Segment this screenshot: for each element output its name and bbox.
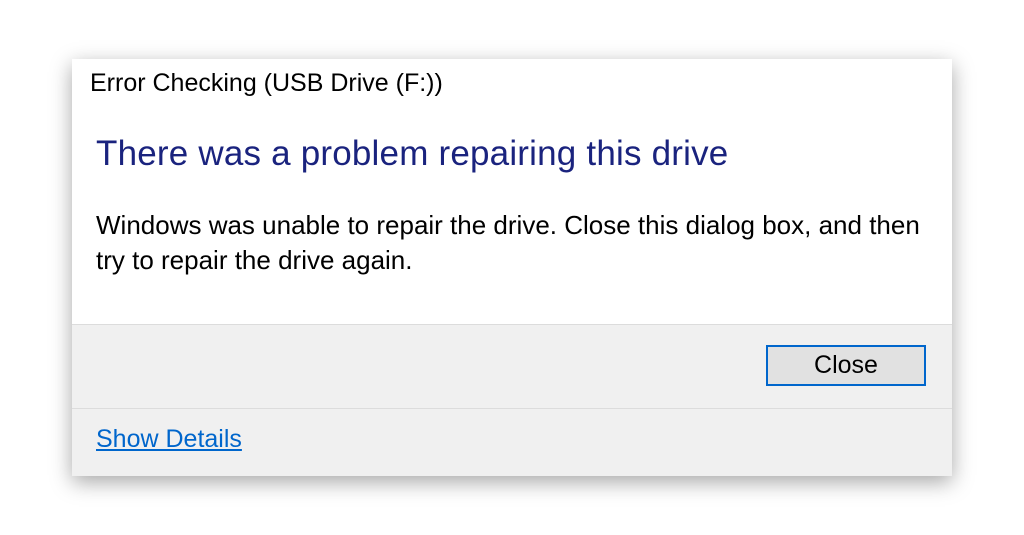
dialog-message: Windows was unable to repair the drive. …: [96, 208, 928, 278]
show-details-link[interactable]: Show Details: [96, 425, 242, 453]
dialog-header: Error Checking (USB Drive (F:)): [72, 59, 952, 104]
dialog-heading: There was a problem repairing this drive: [96, 134, 928, 174]
dialog-title: Error Checking (USB Drive (F:)): [90, 69, 934, 98]
close-button[interactable]: Close: [766, 345, 926, 386]
button-bar: Close: [72, 324, 952, 409]
dialog-body: There was a problem repairing this drive…: [72, 104, 952, 324]
error-checking-dialog: Error Checking (USB Drive (F:)) There wa…: [72, 59, 952, 476]
details-bar: Show Details: [72, 409, 952, 476]
